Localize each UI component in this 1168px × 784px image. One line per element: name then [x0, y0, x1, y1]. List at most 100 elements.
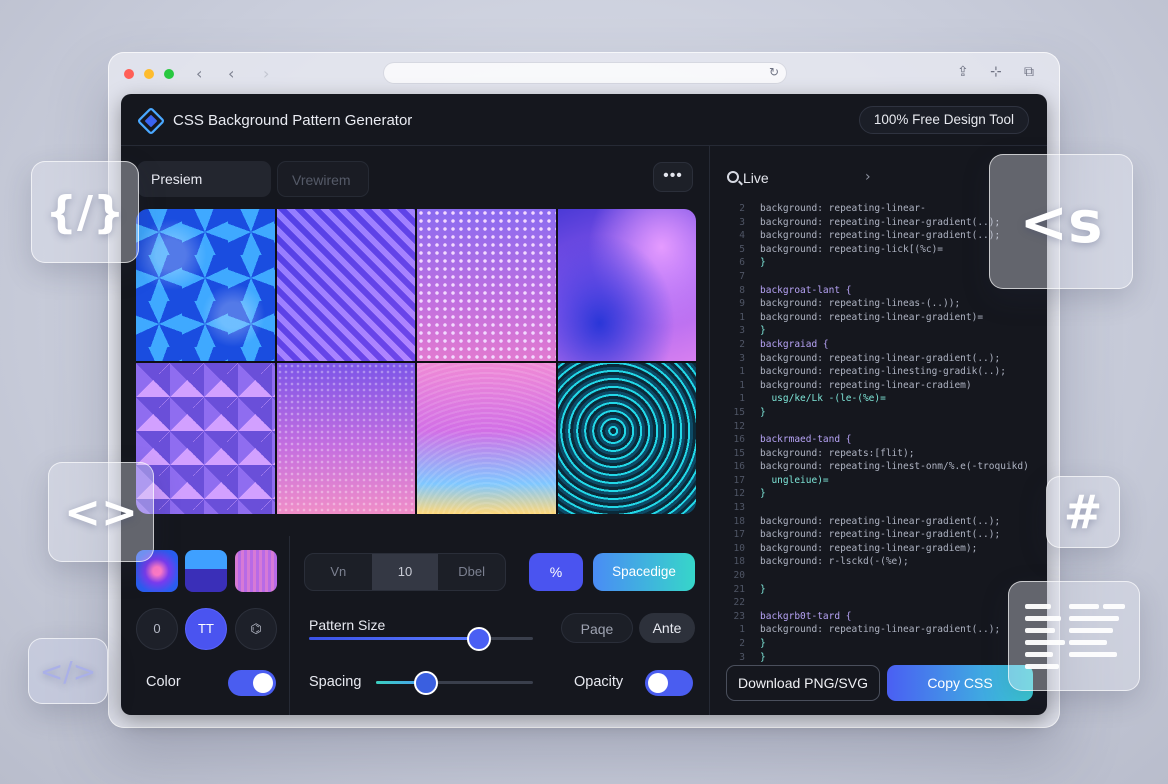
- hash-badge: #: [1046, 476, 1120, 548]
- minimize-window-dot[interactable]: [144, 69, 154, 79]
- line-text: background: repeating-linear-gradiem);: [760, 542, 978, 554]
- pattern-tile-topographic[interactable]: [557, 362, 696, 514]
- line-number: 2: [739, 338, 745, 350]
- code-line: 22: [723, 596, 1039, 610]
- spacing-slider[interactable]: [376, 671, 533, 695]
- chevron-right-icon[interactable]: ›: [865, 169, 871, 185]
- pattern-tile-mesh[interactable]: [276, 362, 415, 514]
- angle-brackets-badge: <>: [48, 462, 154, 562]
- pattern-tile-lattice[interactable]: [276, 209, 415, 361]
- text-lines-badge: [1008, 581, 1140, 691]
- line-text: background: repeating-linear-gradient(..…: [760, 216, 1001, 228]
- code-line: 17 background: repeating-linear-gradient(…: [723, 528, 1039, 542]
- pattern-tile-gradient[interactable]: [557, 209, 696, 361]
- spacing-mode-button[interactable]: Spacedige: [593, 553, 695, 591]
- color-label: Color: [146, 674, 181, 690]
- address-bar[interactable]: ↻: [383, 62, 787, 84]
- line-number: 1: [739, 393, 745, 405]
- code-line: 3}: [723, 651, 1039, 665]
- share-icon[interactable]: ⇪: [957, 64, 969, 80]
- more-options-button[interactable]: •••: [653, 162, 693, 192]
- code-line: 15 background: repeats:[flit);: [723, 447, 1039, 461]
- swatch-split[interactable]: [185, 550, 227, 592]
- line-text: usg/ke/Lk -(le-(%e)=: [760, 393, 886, 405]
- line-number: 17: [733, 529, 745, 541]
- shape-text-button[interactable]: TT: [185, 608, 227, 650]
- line-number: 23: [733, 610, 745, 622]
- pattern-size-label: Pattern Size: [309, 617, 386, 633]
- search-icon[interactable]: [727, 171, 739, 183]
- pattern-tile-holographic[interactable]: [417, 362, 556, 514]
- line-text: background: repeating-linest-onm/%.e(-tr…: [760, 461, 1029, 473]
- pattern-size-thumb[interactable]: [467, 627, 491, 651]
- maximize-window-dot[interactable]: [164, 69, 174, 79]
- back-icon[interactable]: ‹: [228, 64, 234, 83]
- code-line: 12: [723, 420, 1039, 434]
- line-number: 15: [733, 406, 745, 418]
- line-text: background: repeating-linear-gradient)=: [760, 311, 984, 323]
- braces-icon: {/}: [45, 186, 125, 238]
- line-text: background: repeating-linear-: [760, 203, 926, 214]
- line-number: 3: [739, 325, 745, 337]
- size-segmented-control: Vn 10 Dbel: [304, 553, 506, 591]
- pattern-tile-dots[interactable]: [417, 209, 556, 361]
- line-number: 6: [739, 257, 745, 269]
- line-number: 4: [739, 230, 745, 242]
- tab-preview[interactable]: Vrewirem: [277, 161, 369, 197]
- percent-button[interactable]: %: [529, 553, 583, 591]
- line-text: }: [760, 638, 766, 649]
- pattern-gallery: [136, 209, 696, 514]
- ante-pill[interactable]: Ante: [639, 613, 695, 643]
- line-text: }: [760, 583, 766, 595]
- tabs-icon[interactable]: ⧉: [1024, 64, 1034, 80]
- segment-vn[interactable]: Vn: [305, 554, 372, 590]
- forward-icon[interactable]: ›: [263, 64, 269, 83]
- sidebar-toggle-icon[interactable]: ‹: [196, 64, 202, 83]
- pattern-tile-prisms[interactable]: [136, 362, 275, 514]
- shape-circle-button[interactable]: 0: [136, 608, 178, 650]
- line-text: background: repeating-linesting-gradik(.…: [760, 366, 1006, 378]
- line-number: 2: [739, 203, 745, 214]
- line-number: 7: [739, 270, 745, 282]
- page-pill[interactable]: Paqe: [561, 613, 633, 643]
- opacity-label: Opacity: [574, 674, 624, 690]
- code-line: 3}: [723, 324, 1039, 338]
- hash-icon: #: [1063, 485, 1103, 539]
- code-line: 1 usg/ke/Lk -(le-(%e)=: [723, 392, 1039, 406]
- pattern-tile-waves[interactable]: [136, 209, 275, 361]
- download-button[interactable]: Download PNG/SVG: [726, 665, 880, 701]
- pattern-size-slider[interactable]: [309, 627, 533, 651]
- code-line: 15}: [723, 406, 1039, 420]
- line-text: background: repeating-lineas-(..));: [760, 298, 961, 310]
- code-line: 12}: [723, 487, 1039, 501]
- segment-10[interactable]: 10: [371, 554, 439, 590]
- code-line: 2}: [723, 637, 1039, 651]
- extensions-icon[interactable]: ⊹: [990, 64, 1002, 80]
- app-window: CSS Background Pattern Generator 100% Fr…: [121, 94, 1047, 715]
- segment-dbel[interactable]: Dbel: [438, 554, 505, 590]
- spacing-thumb[interactable]: [414, 671, 438, 695]
- code-line: 1 background: repeating-linear-gradient(.…: [723, 623, 1039, 637]
- close-window-dot[interactable]: [124, 69, 134, 79]
- code-line: 23 backgrb0t-tard {: [723, 610, 1039, 624]
- line-number: 8: [739, 284, 745, 296]
- line-number: 3: [739, 352, 745, 364]
- pattern-size-fill: [309, 637, 479, 640]
- swatch-stripes[interactable]: [235, 550, 277, 592]
- line-number: 1: [739, 624, 745, 636]
- line-number: 16: [733, 434, 745, 446]
- small-code-badge: </>: [28, 638, 108, 704]
- reload-icon[interactable]: ↻: [769, 65, 779, 79]
- line-number: 22: [733, 597, 745, 609]
- opacity-toggle[interactable]: [645, 670, 693, 696]
- code-line: 1 background: repeating-linear-gradient)=: [723, 311, 1039, 325]
- line-number: 1: [739, 311, 745, 323]
- code-line: 20: [723, 569, 1039, 583]
- color-toggle[interactable]: [228, 670, 276, 696]
- line-number: 17: [733, 474, 745, 486]
- code-line: 18 background: repeating-linear-gradient(…: [723, 515, 1039, 529]
- code-line: 3 background: repeating-linear-gradient(.…: [723, 352, 1039, 366]
- shape-hex-button[interactable]: ⌬: [235, 608, 277, 650]
- tab-preset[interactable]: Presiem: [137, 161, 271, 197]
- line-text: }: [760, 325, 766, 337]
